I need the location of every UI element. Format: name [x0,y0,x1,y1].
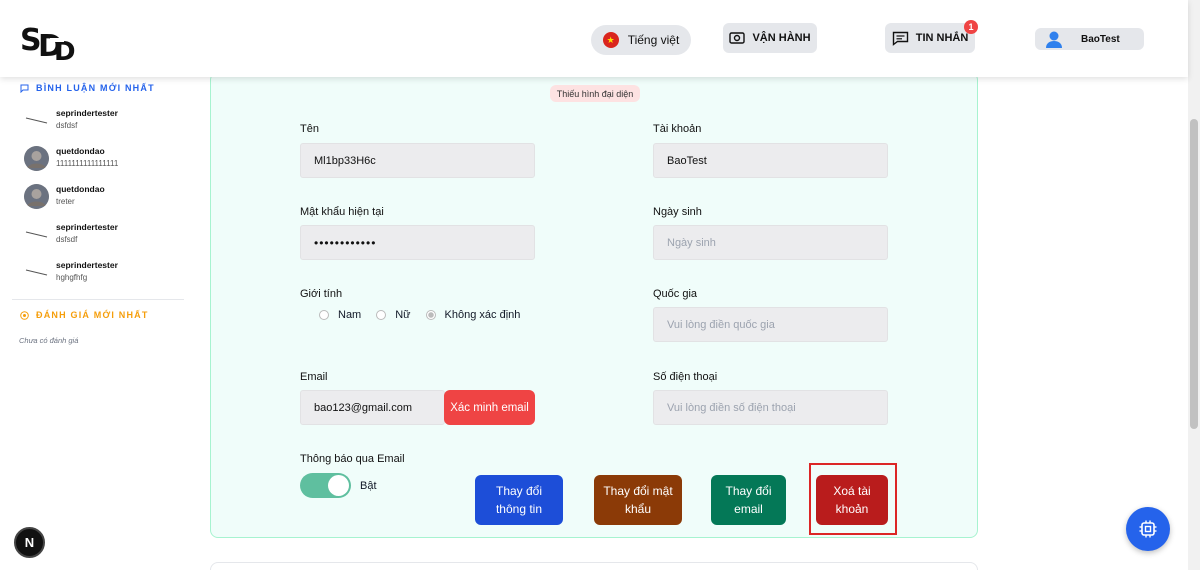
current-password-field[interactable]: •••••••••••• [300,225,535,260]
top-header: S D D ★ Tiếng việt VẬN HÀNH TIN NHẮN 1 B… [0,0,1188,77]
avatar [24,146,49,171]
language-label: Tiếng việt [627,33,680,47]
gender-radio-group: Nam Nữ Không xác định [319,309,535,321]
comment-item[interactable]: quetdondao 1111111111111111 [24,146,118,171]
messages-label: TIN NHẮN [915,32,969,44]
vietnam-flag-icon: ★ [602,32,619,48]
current-password-label: Mật khẩu hiện tại [300,206,384,218]
avatar [24,260,49,285]
comment-author: quetdondao [56,146,105,156]
logo[interactable]: S D D [20,18,76,67]
comment-icon [20,84,29,93]
chip-icon [1139,520,1157,538]
chat-icon [892,31,908,46]
sidebar-divider [12,299,184,300]
avatar [24,184,49,209]
change-email-button[interactable]: Thay đổi email [711,475,786,525]
comment-author: seprindertester [56,222,118,232]
user-avatar-icon [1046,31,1062,48]
change-info-button[interactable]: Thay đổi thông tin [475,475,563,525]
language-selector[interactable]: ★ Tiếng việt [591,25,691,55]
sidebar: BÌNH LUẬN MỚI NHẤT seprindertester dsfdsf… [0,77,195,570]
comment-author: seprindertester [56,108,118,118]
scrollbar-thumb[interactable] [1190,119,1198,429]
comment-item[interactable]: seprindertester hghgfhfg [24,260,118,285]
country-field[interactable]: Vui lòng điền quốc gia [653,307,888,342]
next-section-card [210,562,978,570]
profile-form: Thiếu hình đại diện Tên Ml1bp33H6c Tài k… [210,72,978,538]
user-menu[interactable]: BaoTest [1035,28,1144,50]
birthday-label: Ngày sinh [653,206,702,218]
operations-button[interactable]: VẬN HÀNH [723,23,817,53]
email-notify-label: Thông báo qua Email [300,453,405,465]
comment-author: quetdondao [56,184,105,194]
chip-fab-button[interactable] [1126,507,1170,551]
birthday-field[interactable]: Ngày sinh [653,225,888,260]
comment-item[interactable]: quetdondao treter [24,184,105,209]
avatar [24,108,49,133]
email-label: Email [300,371,328,383]
phone-field[interactable]: Vui lòng điền số điện thoại [653,390,888,425]
target-icon [20,310,29,320]
account-label: Tài khoản [653,123,702,135]
latest-reviews-title: ĐÁNH GIÁ MỚI NHẤT [20,310,149,320]
username-label: BaoTest [1081,33,1120,45]
name-field[interactable]: Ml1bp33H6c [300,143,535,178]
latest-comments-title: BÌNH LUẬN MỚI NHẤT [20,83,155,93]
gender-label: Giới tính [300,288,343,300]
comment-text: treter [56,197,75,206]
account-field[interactable]: BaoTest [653,143,888,178]
comment-text: 1111111111111111 [56,159,119,168]
gender-option-unspecified[interactable]: Không xác định [425,309,520,321]
email-field[interactable]: bao123@gmail.com [300,390,445,425]
page-scrollbar[interactable] [1188,0,1200,570]
country-label: Quốc gia [653,288,698,300]
email-notify-state: Bật [360,480,377,492]
comment-item[interactable]: seprindertester dsfsdf [24,222,118,247]
messages-button[interactable]: TIN NHẮN [885,23,975,53]
comment-text: hghgfhfg [56,273,88,282]
phone-label: Số điện thoại [653,371,718,383]
avatar [24,222,49,247]
gender-option-male[interactable]: Nam [319,309,361,321]
change-password-button[interactable]: Thay đổi mật khẩu [594,475,682,525]
comment-item[interactable]: seprindertester dsfdsf [24,108,118,133]
camera-icon [729,32,746,44]
name-label: Tên [300,123,319,135]
messages-badge: 1 [964,20,978,34]
no-reviews-text: Chưa có đánh giá [19,336,79,345]
verify-email-button[interactable]: Xác minh email [444,390,535,425]
next-dev-button[interactable]: N [14,527,45,558]
operations-label: VẬN HÀNH [752,32,811,44]
highlight-frame [809,463,897,535]
comment-author: seprindertester [56,260,118,270]
gender-option-female[interactable]: Nữ [376,309,411,321]
avatar-missing-notice: Thiếu hình đại diện [550,85,640,102]
comment-text: dsfdsf [56,121,78,130]
comment-text: dsfsdf [56,235,78,244]
email-notify-toggle[interactable] [300,473,351,498]
